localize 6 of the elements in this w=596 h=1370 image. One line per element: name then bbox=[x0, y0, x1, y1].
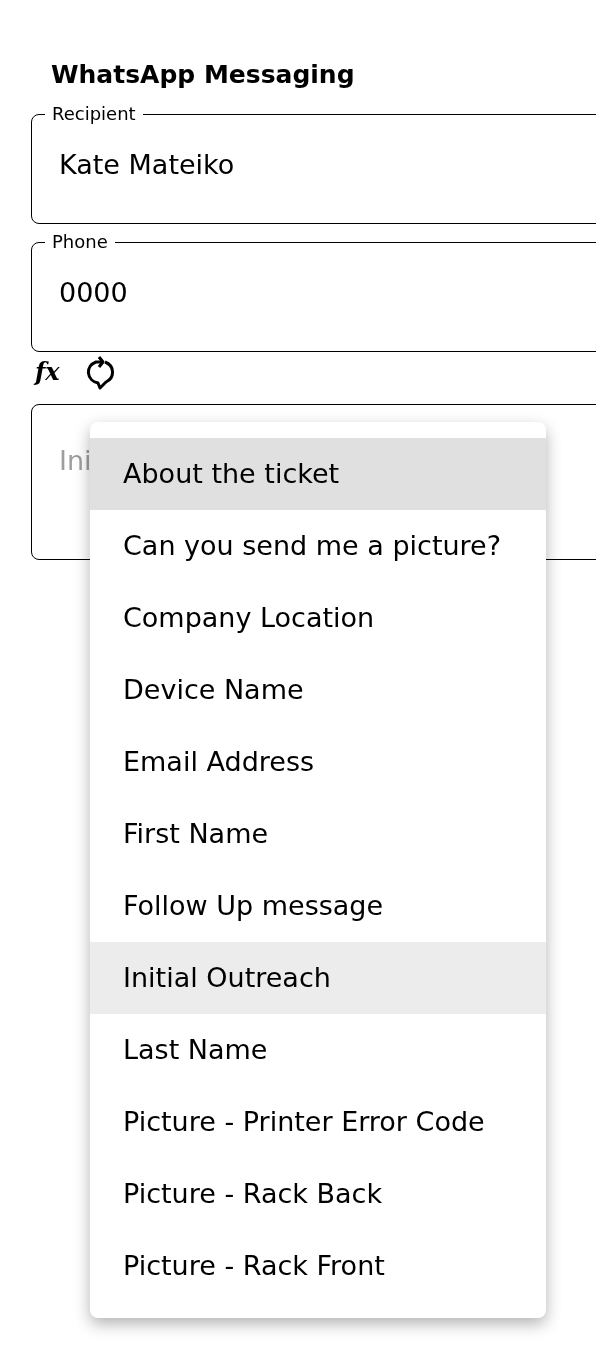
field-placeholder: Ini bbox=[59, 445, 92, 476]
field-label: Recipient bbox=[51, 102, 137, 126]
field-label: Phone bbox=[51, 230, 109, 254]
form-title: WhatsApp Messaging bbox=[50, 59, 356, 91]
field-value: 0000 bbox=[59, 276, 129, 310]
field-value: Kate Mateiko bbox=[59, 148, 236, 182]
